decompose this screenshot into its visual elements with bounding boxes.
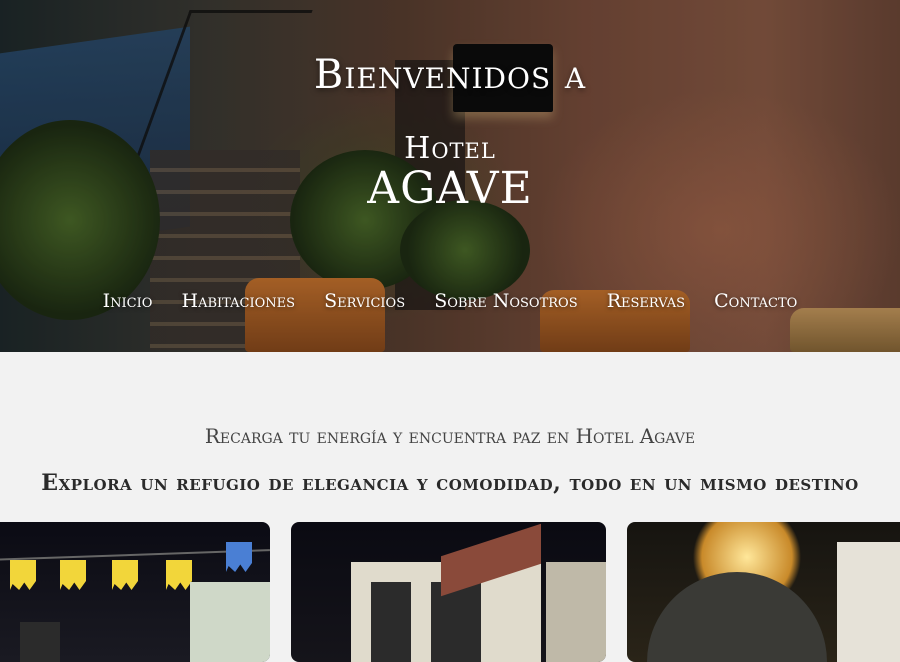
intro-subheading: Explora un refugio de elegancia y comodi… bbox=[41, 470, 859, 496]
nav-link-contacto[interactable]: Contacto bbox=[714, 290, 797, 312]
welcome-heading: Bienvenidos a bbox=[313, 52, 587, 98]
papel-picado-flag bbox=[60, 560, 86, 590]
gallery-card-courtyard[interactable] bbox=[627, 522, 900, 662]
card-courtyard-wall bbox=[837, 542, 900, 662]
card-hotel-side-building bbox=[546, 562, 606, 662]
gallery-card-festive-street[interactable] bbox=[0, 522, 270, 662]
card-object bbox=[20, 622, 60, 662]
papel-picado-flag bbox=[226, 542, 252, 572]
intro-tagline: Recarga tu energía y encuentra paz en Ho… bbox=[204, 424, 696, 448]
hotel-agave-logo[interactable]: Hotel AGAVE bbox=[350, 132, 550, 222]
papel-picado-flag bbox=[112, 560, 138, 590]
papel-picado-flag bbox=[10, 560, 36, 590]
nav-link-inicio[interactable]: Inicio bbox=[103, 290, 153, 312]
nav-link-sobre-nosotros[interactable]: Sobre Nosotros bbox=[434, 290, 577, 312]
main-navigation: Inicio Habitaciones Servicios Sobre Noso… bbox=[0, 290, 900, 312]
card-building bbox=[190, 582, 270, 662]
card-hotel-window bbox=[371, 582, 411, 662]
logo-line-hotel: Hotel bbox=[404, 131, 496, 166]
gallery-card-hotel-facade[interactable] bbox=[291, 522, 606, 662]
logo-line-agave: AGAVE bbox=[367, 163, 533, 214]
nav-link-servicios[interactable]: Servicios bbox=[324, 290, 405, 312]
card-hotel-window bbox=[431, 582, 481, 662]
nav-link-reservas[interactable]: Reservas bbox=[607, 290, 685, 312]
hero-banner: Bienvenidos a Hotel AGAVE Inicio Habitac… bbox=[0, 0, 900, 352]
papel-picado-flag bbox=[166, 560, 192, 590]
nav-link-habitaciones[interactable]: Habitaciones bbox=[182, 290, 296, 312]
